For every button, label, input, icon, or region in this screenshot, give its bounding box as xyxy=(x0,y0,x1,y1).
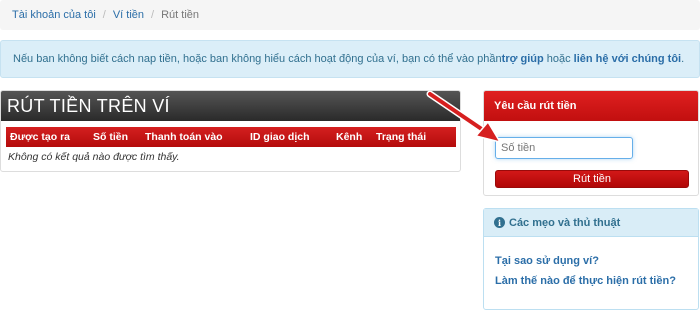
wallet-withdrawals-title: RÚT TIỀN TRÊN VÍ xyxy=(1,91,460,121)
help-link[interactable]: trợ giúp xyxy=(502,53,544,65)
amount-input[interactable] xyxy=(495,137,633,159)
withdraw-button[interactable]: Rút tiền xyxy=(495,170,689,188)
withdrawals-table-header: Được tạo ra Số tiền Thanh toán vào ID gi… xyxy=(6,127,456,147)
tip-link-how-withdraw[interactable]: Làm thế nào để thực hiện rút tiền? xyxy=(495,275,676,287)
column-channel[interactable]: Kênh xyxy=(336,131,362,143)
info-alert: Nếu ban không biết cách nap tiền, hoặc b… xyxy=(0,40,700,78)
column-paid-to[interactable]: Thanh toán vào xyxy=(145,131,223,143)
column-status[interactable]: Trạng thái xyxy=(376,131,426,143)
tips-panel-header: i Các mẹo và thủ thuật xyxy=(484,209,698,237)
info-text-middle: hoặc xyxy=(543,53,574,65)
tips-panel-title: Các mẹo và thủ thuật xyxy=(509,216,621,229)
column-transaction-id[interactable]: ID giao dịch xyxy=(250,131,310,143)
withdraw-request-title: Yêu cầu rút tiền xyxy=(484,91,698,121)
tips-panel: i Các mẹo và thủ thuật Tại sao sử dụng v… xyxy=(483,208,699,310)
breadcrumb-current: Rút tiền xyxy=(161,9,200,21)
breadcrumb-separator: / xyxy=(102,9,106,21)
empty-results-message: Không có kết quả nào được tìm thấy. xyxy=(8,151,180,163)
breadcrumb-separator: / xyxy=(151,9,155,21)
column-amount[interactable]: Số tiền xyxy=(93,131,128,143)
breadcrumb-wallet[interactable]: Ví tiền xyxy=(113,9,144,21)
info-text-before: Nếu ban không biết cách nap tiền, hoặc b… xyxy=(13,53,502,65)
withdraw-request-panel: Yêu cầu rút tiền Rút tiền xyxy=(483,90,699,196)
breadcrumb: Tài khoản của tôi / Ví tiền / Rút tiền xyxy=(0,0,700,30)
breadcrumb-my-account[interactable]: Tài khoản của tôi xyxy=(12,9,96,21)
column-created[interactable]: Được tạo ra xyxy=(10,131,70,143)
wallet-withdrawals-panel: RÚT TIỀN TRÊN VÍ Được tạo ra Số tiền Tha… xyxy=(0,90,461,172)
info-text-after: . xyxy=(681,53,685,65)
info-circle-icon: i xyxy=(494,217,505,228)
contact-link[interactable]: liên hệ với chúng tôi xyxy=(574,53,681,65)
tip-link-why-wallet[interactable]: Tại sao sử dụng ví? xyxy=(495,255,599,267)
